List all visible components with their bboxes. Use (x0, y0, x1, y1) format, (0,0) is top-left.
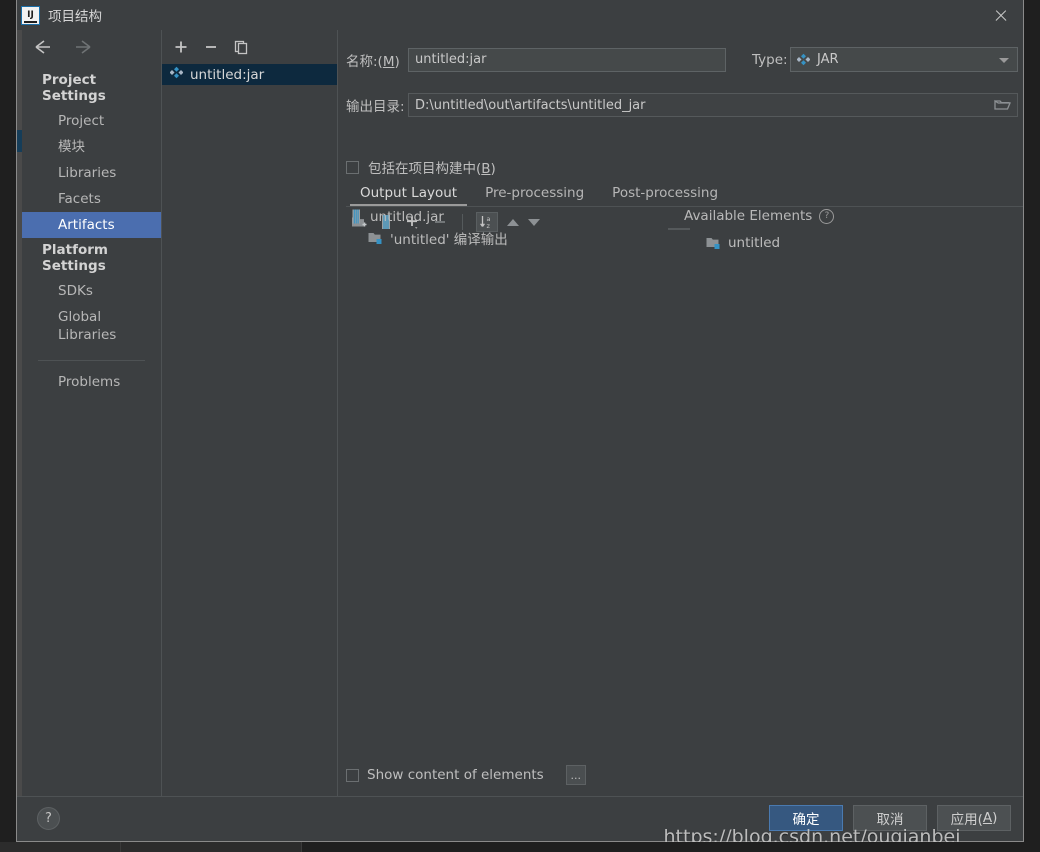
tree-row[interactable]: 'untitled' 编译输出 (346, 227, 676, 248)
cancel-button[interactable]: 取消 (853, 805, 927, 831)
available-elements-label: Available Elements (684, 208, 813, 224)
more-options-button[interactable]: ... (565, 765, 586, 785)
help-icon[interactable]: ? (819, 208, 835, 224)
dialog-title-bar: IJ 项目结构 (17, 0, 1023, 30)
desktop-background: IJ 项目结构 Project Settings Project 模块 Libr… (0, 0, 1040, 852)
type-dropdown-value: JAR (817, 52, 839, 67)
taskbar (0, 842, 1040, 852)
available-elements-heading: Available Elements ? (684, 206, 1015, 226)
artifact-jar-icon (797, 53, 810, 66)
artifact-editor-pane: 名称:(M) untitled:jar Type: JAR 输出目录: D:\u… (338, 30, 1023, 797)
show-content-label: Show content of elements (367, 767, 544, 783)
name-input-value: untitled:jar (415, 52, 487, 67)
tree-row-label: untitled (728, 234, 781, 251)
output-directory-value: D:\untitled\out\artifacts\untitled_jar (415, 97, 646, 113)
include-in-build-row[interactable]: 包括在项目构建中(B) (346, 157, 496, 177)
help-button[interactable]: ? (37, 807, 60, 830)
module-output-icon (706, 236, 721, 250)
include-in-build-label: 包括在项目构建中(B) (368, 161, 496, 177)
artifact-jar-icon (169, 66, 184, 83)
tree-row-label: 'untitled' 编译输出 (390, 231, 508, 248)
dialog-body: Project Settings Project 模块 Libraries Fa… (17, 30, 1023, 797)
output-directory-label: 输出目录: (346, 99, 405, 115)
arrow-left-icon[interactable] (32, 36, 54, 58)
add-icon[interactable] (172, 38, 190, 56)
dialog-title: 项目结构 (48, 9, 102, 25)
layout-panes: untitled.jar 'untitled' 编译输出 Available E… (346, 206, 1015, 701)
copy-icon[interactable] (232, 38, 250, 56)
chevron-down-icon (999, 57, 1009, 63)
sidebar-item-project[interactable]: Project (22, 108, 161, 134)
sidebar-heading-project-settings: Project Settings (42, 72, 106, 104)
sidebar-item-facets[interactable]: Facets (22, 186, 161, 212)
tree-row[interactable]: untitled (684, 232, 1015, 253)
output-directory-input[interactable]: D:\untitled\out\artifacts\untitled_jar (408, 93, 1018, 117)
list-item[interactable]: untitled:jar (162, 64, 337, 85)
nav-arrows (32, 36, 94, 58)
sidebar-divider (38, 360, 145, 361)
output-layout-tree: untitled.jar 'untitled' 编译输出 (346, 206, 690, 701)
tab-post-processing[interactable]: Post-processing (598, 185, 732, 206)
arrow-right-icon[interactable] (72, 36, 94, 58)
sidebar-item-global-libraries[interactable]: Global Libraries (22, 304, 161, 348)
tab-pre-processing[interactable]: Pre-processing (471, 185, 598, 206)
include-in-build-checkbox[interactable] (346, 160, 359, 174)
show-content-row: Show content of elements ... (346, 765, 586, 785)
name-label: 名称:(M) (346, 53, 400, 70)
artifact-toolbar (162, 30, 337, 64)
close-icon[interactable] (993, 8, 1009, 24)
name-input[interactable]: untitled:jar (408, 47, 726, 72)
type-dropdown[interactable]: JAR (790, 47, 1018, 72)
type-label: Type: (752, 51, 788, 68)
taskbar-item[interactable] (121, 842, 302, 852)
name-row: 名称:(M) untitled:jar Type: JAR (346, 47, 1028, 72)
sidebar-item-sdks[interactable]: SDKs (22, 278, 161, 304)
dialog-footer: ? 确定 取消 应用(A) (17, 796, 1023, 841)
apply-button[interactable]: 应用(A) (937, 805, 1011, 831)
sidebar-item-modules[interactable]: 模块 (22, 134, 161, 160)
artifact-list: untitled:jar (162, 64, 337, 797)
tab-output-layout[interactable]: Output Layout (346, 185, 471, 206)
available-elements-panel: Available Elements ? untitled (676, 206, 1015, 701)
sidebar-item-problems[interactable]: Problems (22, 369, 161, 395)
settings-sidebar: Project Settings Project 模块 Libraries Fa… (22, 30, 162, 797)
folder-open-icon[interactable] (994, 97, 1011, 113)
editor-tabs: Output Layout Pre-processing Post-proces… (346, 180, 1023, 207)
intellij-idea-icon: IJ (21, 5, 40, 25)
ok-button[interactable]: 确定 (769, 805, 843, 831)
list-item-label: untitled:jar (190, 66, 265, 83)
show-content-checkbox[interactable] (346, 768, 359, 782)
artifact-list-panel: untitled:jar (162, 30, 338, 797)
remove-icon[interactable] (202, 38, 220, 56)
tree-row[interactable]: untitled.jar (346, 206, 676, 227)
footer-buttons: 确定 取消 应用(A) (769, 805, 1011, 831)
tree-row-label: untitled.jar (370, 208, 444, 225)
sidebar-item-artifacts[interactable]: Artifacts (22, 212, 161, 238)
archive-icon (350, 209, 363, 224)
taskbar-item[interactable] (0, 842, 121, 852)
project-structure-dialog: IJ 项目结构 Project Settings Project 模块 Libr… (16, 0, 1024, 842)
sidebar-item-libraries[interactable]: Libraries (22, 160, 161, 186)
output-directory-row: 输出目录: D:\untitled\out\artifacts\untitled… (346, 93, 1028, 117)
compile-output-icon (368, 231, 383, 245)
sidebar-heading-platform-settings: Platform Settings (42, 242, 108, 274)
